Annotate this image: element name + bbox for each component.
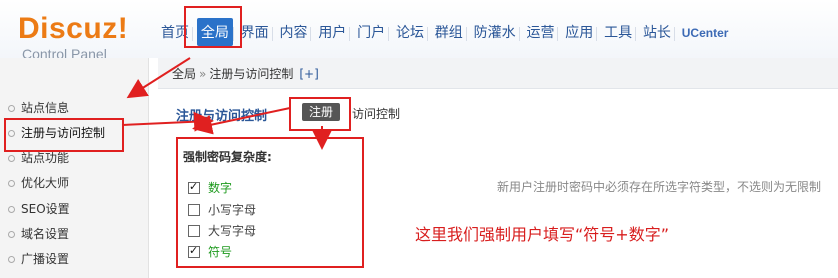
annotation-arrows bbox=[121, 57, 332, 150]
arrow-tab-to-title bbox=[192, 107, 291, 135]
arrow-nav-to-sidebar bbox=[126, 57, 191, 99]
arrow-sidebar-to-title bbox=[121, 111, 214, 132]
